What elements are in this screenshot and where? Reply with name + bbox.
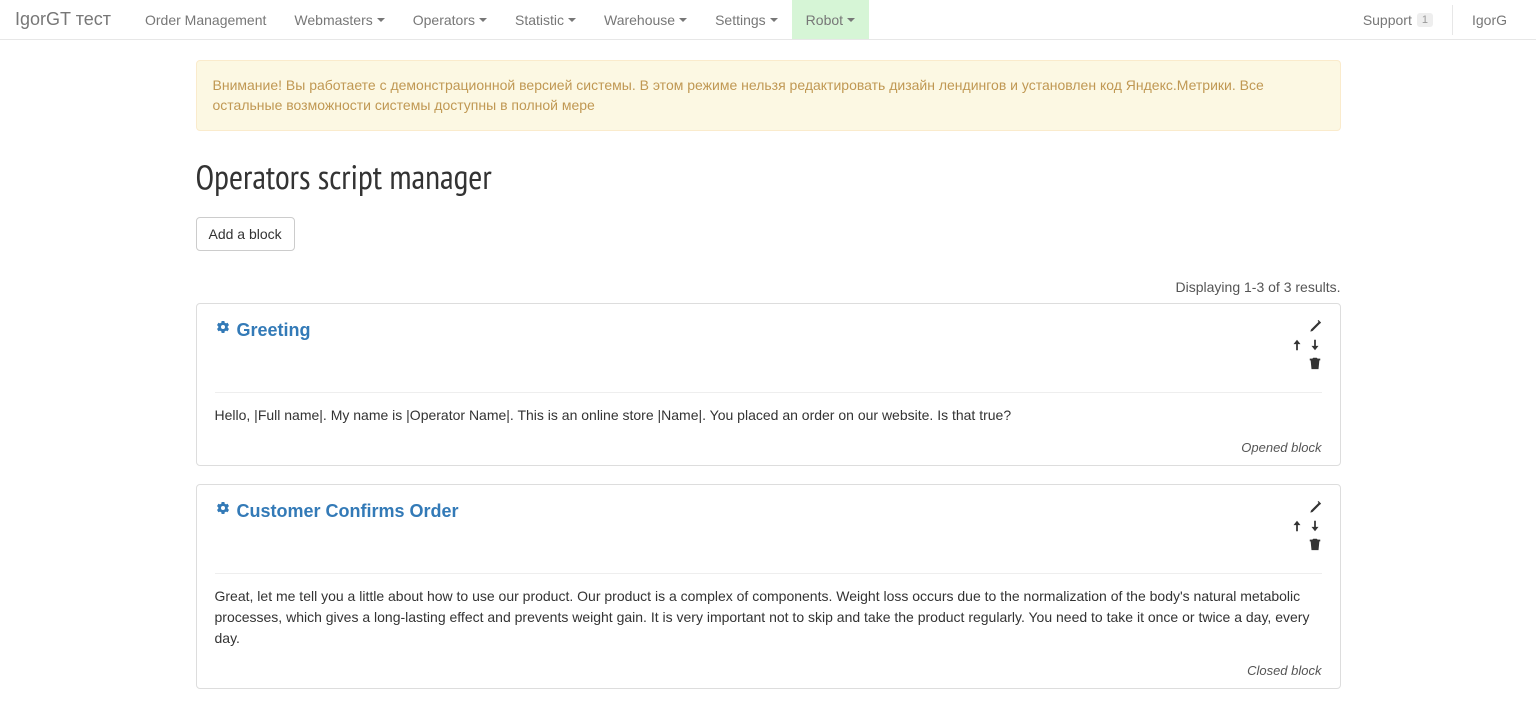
- move-down-icon[interactable]: [1308, 338, 1322, 352]
- block-header: Greeting: [215, 320, 1322, 374]
- nav-label: Webmasters: [294, 12, 372, 28]
- nav-item-operators[interactable]: Operators: [399, 0, 501, 39]
- chevron-down-icon: [679, 18, 687, 22]
- block-title-link[interactable]: Greeting: [215, 320, 1282, 341]
- move-up-icon[interactable]: [1290, 519, 1304, 533]
- nav-item-support[interactable]: Support 1: [1349, 0, 1447, 39]
- block-actions: [1290, 320, 1322, 374]
- nav-item-webmasters[interactable]: Webmasters: [280, 0, 398, 39]
- nav-label: Robot: [806, 12, 843, 28]
- block-title-text: Greeting: [237, 320, 311, 341]
- nav-label: Order Management: [145, 12, 266, 28]
- nav-right: Support 1 IgorG: [1349, 0, 1521, 39]
- script-block: Greeting: [196, 303, 1341, 466]
- nav-left: Order Management Webmasters Operators St…: [131, 0, 1349, 39]
- move-up-icon[interactable]: [1290, 338, 1304, 352]
- nav-label: Warehouse: [604, 12, 675, 28]
- block-title-link[interactable]: Customer Confirms Order: [215, 501, 1282, 522]
- chevron-down-icon: [377, 18, 385, 22]
- block-body: Great, let me tell you a little about ho…: [215, 586, 1322, 649]
- delete-icon[interactable]: [1308, 537, 1322, 551]
- chevron-down-icon: [770, 18, 778, 22]
- main-container: Внимание! Вы работаете с демонстрационно…: [181, 60, 1356, 689]
- nav-item-user[interactable]: IgorG: [1458, 0, 1521, 39]
- demo-alert: Внимание! Вы работаете с демонстрационно…: [196, 60, 1341, 131]
- navbar: IgorGT тест Order Management Webmasters …: [0, 0, 1536, 40]
- edit-icon[interactable]: [1308, 501, 1322, 515]
- block-status: Opened block: [215, 440, 1322, 455]
- nav-item-statistic[interactable]: Statistic: [501, 0, 590, 39]
- block-status: Closed block: [215, 663, 1322, 678]
- nav-label: IgorG: [1472, 12, 1507, 28]
- block-actions: [1290, 501, 1322, 555]
- support-badge: 1: [1417, 13, 1433, 27]
- block-header: Customer Confirms Order: [215, 501, 1322, 555]
- chevron-down-icon: [568, 18, 576, 22]
- nav-item-settings[interactable]: Settings: [701, 0, 792, 39]
- block-divider: [215, 392, 1322, 393]
- nav-item-robot[interactable]: Robot: [792, 0, 869, 39]
- gear-icon: [215, 320, 231, 341]
- block-title-text: Customer Confirms Order: [237, 501, 459, 522]
- nav-label: Statistic: [515, 12, 564, 28]
- nav-label: Operators: [413, 12, 475, 28]
- chevron-down-icon: [479, 18, 487, 22]
- nav-divider: [1452, 5, 1453, 35]
- move-down-icon[interactable]: [1308, 519, 1322, 533]
- nav-label: Settings: [715, 12, 766, 28]
- brand-link[interactable]: IgorGT тест: [15, 9, 111, 30]
- results-summary: Displaying 1-3 of 3 results.: [196, 279, 1341, 295]
- add-block-button[interactable]: Add a block: [196, 217, 295, 251]
- nav-item-warehouse[interactable]: Warehouse: [590, 0, 701, 39]
- nav-item-order-management[interactable]: Order Management: [131, 0, 280, 39]
- chevron-down-icon: [847, 18, 855, 22]
- script-block: Customer Confirms Order: [196, 484, 1341, 689]
- nav-label: Support: [1363, 12, 1412, 28]
- gear-icon: [215, 501, 231, 522]
- block-divider: [215, 573, 1322, 574]
- page-title: Operators script manager: [196, 155, 1341, 199]
- block-body: Hello, |Full name|. My name is |Operator…: [215, 405, 1322, 426]
- edit-icon[interactable]: [1308, 320, 1322, 334]
- delete-icon[interactable]: [1308, 356, 1322, 370]
